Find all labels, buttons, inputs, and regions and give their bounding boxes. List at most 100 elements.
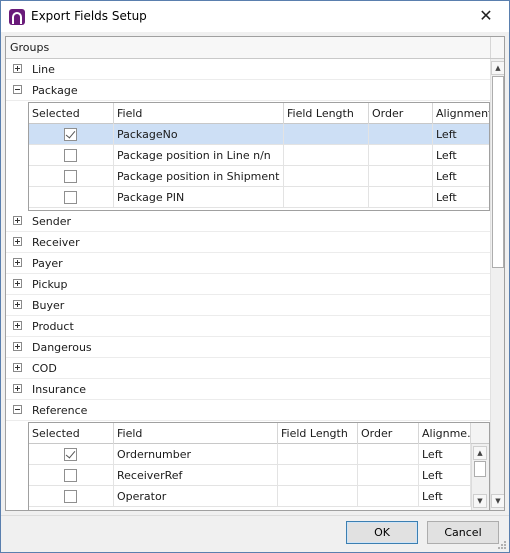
close-icon[interactable]: ✕ (463, 1, 509, 32)
checkbox[interactable] (64, 128, 77, 141)
group-row-dangerous[interactable]: Dangerous (6, 337, 490, 358)
table-row[interactable]: Ordernumber Left (29, 444, 471, 465)
groups-column-header[interactable]: Groups (6, 37, 504, 59)
table-row[interactable]: Package PIN Left (29, 187, 489, 208)
group-row-buyer[interactable]: Buyer (6, 295, 490, 316)
scrollbar-thumb[interactable] (492, 76, 504, 268)
order-cell[interactable] (369, 145, 433, 166)
order-cell[interactable] (358, 486, 419, 507)
table-row[interactable]: PackageNo Left (29, 124, 489, 145)
plus-box-icon[interactable] (13, 216, 22, 225)
groups-scrollbar[interactable]: ▲ ▼ (490, 59, 504, 510)
reference-table-scrollbar[interactable]: ▲ ▼ (471, 444, 489, 510)
chevron-down-icon[interactable]: ▼ (473, 494, 487, 508)
table-row[interactable]: ReceiverRef Left (29, 465, 471, 486)
column-header-field[interactable]: Field (114, 103, 284, 124)
alignment-cell[interactable]: Left (433, 166, 489, 187)
group-row-reference[interactable]: Reference (6, 400, 490, 421)
ok-button[interactable]: OK (346, 521, 418, 544)
chevron-up-icon[interactable]: ▲ (491, 61, 504, 75)
chevron-down-icon[interactable]: ▼ (491, 494, 504, 508)
chevron-up-icon[interactable]: ▲ (473, 446, 487, 460)
field-length-cell[interactable] (278, 444, 358, 465)
cancel-button[interactable]: Cancel (427, 521, 499, 544)
group-row-pickup[interactable]: Pickup (6, 274, 490, 295)
plus-box-icon[interactable] (13, 363, 22, 372)
column-header-alignment[interactable]: Alignment (433, 103, 489, 124)
plus-box-icon[interactable] (13, 258, 22, 267)
field-cell[interactable]: Package position in Shipment n/n (114, 166, 284, 187)
column-header-selected[interactable]: Selected (29, 423, 114, 444)
checkbox[interactable] (64, 448, 77, 461)
window-title: Export Fields Setup (31, 9, 147, 23)
plus-box-icon[interactable] (13, 279, 22, 288)
field-cell[interactable]: Package position in Line n/n (114, 145, 284, 166)
checkbox[interactable] (64, 469, 77, 482)
selected-cell[interactable] (29, 187, 114, 208)
column-header-alignment[interactable]: Alignme... (419, 423, 471, 444)
column-header-field-length[interactable]: Field Length (284, 103, 369, 124)
column-header-field-length[interactable]: Field Length (278, 423, 358, 444)
checkbox[interactable] (64, 149, 77, 162)
group-row-package[interactable]: Package (6, 80, 490, 101)
group-row-payer[interactable]: Payer (6, 253, 490, 274)
table-row[interactable]: Operator Left (29, 486, 471, 507)
column-header-field[interactable]: Field (114, 423, 278, 444)
field-length-cell[interactable] (284, 124, 369, 145)
selected-cell[interactable] (29, 166, 114, 187)
plus-box-icon[interactable] (13, 342, 22, 351)
field-length-cell[interactable] (278, 486, 358, 507)
resize-grip-icon[interactable] (497, 540, 507, 550)
order-cell[interactable] (358, 444, 419, 465)
checkbox[interactable] (64, 490, 77, 503)
checkbox[interactable] (64, 170, 77, 183)
selected-cell[interactable] (29, 444, 114, 465)
dialog-footer: OK Cancel (1, 515, 509, 552)
table-row[interactable]: Package position in Line n/n Left (29, 145, 489, 166)
field-cell[interactable]: ReceiverRef (114, 465, 278, 486)
alignment-cell[interactable]: Left (419, 444, 471, 465)
order-cell[interactable] (369, 187, 433, 208)
checkbox[interactable] (64, 191, 77, 204)
group-label: COD (32, 362, 57, 375)
selected-cell[interactable] (29, 124, 114, 145)
group-row-line[interactable]: Line (6, 59, 490, 80)
alignment-cell[interactable]: Left (419, 486, 471, 507)
group-label: Insurance (32, 383, 86, 396)
order-cell[interactable] (369, 124, 433, 145)
plus-box-icon[interactable] (13, 384, 22, 393)
field-length-cell[interactable] (284, 187, 369, 208)
field-length-cell[interactable] (278, 465, 358, 486)
column-header-selected[interactable]: Selected (29, 103, 114, 124)
alignment-cell[interactable]: Left (433, 187, 489, 208)
column-header-order[interactable]: Order (358, 423, 419, 444)
group-row-product[interactable]: Product (6, 316, 490, 337)
plus-box-icon[interactable] (13, 64, 22, 73)
group-row-receiver[interactable]: Receiver (6, 232, 490, 253)
group-row-insurance[interactable]: Insurance (6, 379, 490, 400)
field-length-cell[interactable] (284, 166, 369, 187)
field-length-cell[interactable] (284, 145, 369, 166)
field-cell[interactable]: PackageNo (114, 124, 284, 145)
selected-cell[interactable] (29, 486, 114, 507)
scrollbar-thumb[interactable] (474, 461, 486, 477)
field-cell[interactable]: Operator (114, 486, 278, 507)
plus-box-icon[interactable] (13, 300, 22, 309)
order-cell[interactable] (369, 166, 433, 187)
minus-box-icon[interactable] (13, 405, 22, 414)
column-header-order[interactable]: Order (369, 103, 433, 124)
plus-box-icon[interactable] (13, 237, 22, 246)
table-row[interactable]: Package position in Shipment n/n Left (29, 166, 489, 187)
field-cell[interactable]: Package PIN (114, 187, 284, 208)
plus-box-icon[interactable] (13, 321, 22, 330)
field-cell[interactable]: Ordernumber (114, 444, 278, 465)
order-cell[interactable] (358, 465, 419, 486)
group-row-sender[interactable]: Sender (6, 211, 490, 232)
selected-cell[interactable] (29, 465, 114, 486)
minus-box-icon[interactable] (13, 85, 22, 94)
alignment-cell[interactable]: Left (433, 124, 489, 145)
group-row-cod[interactable]: COD (6, 358, 490, 379)
alignment-cell[interactable]: Left (433, 145, 489, 166)
selected-cell[interactable] (29, 145, 114, 166)
alignment-cell[interactable]: Left (419, 465, 471, 486)
